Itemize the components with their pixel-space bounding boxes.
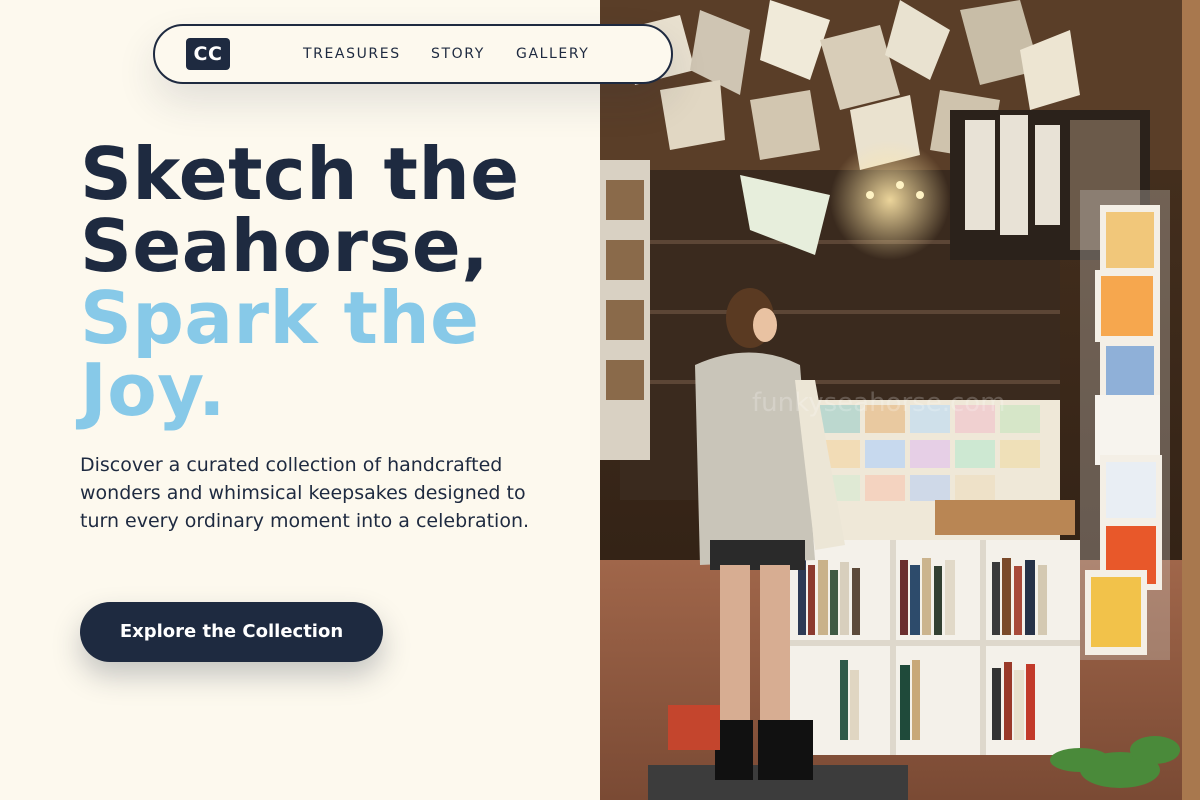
nav-link-gallery[interactable]: GALLERY	[516, 45, 589, 63]
hero-description: Discover a curated collection of handcra…	[80, 454, 530, 532]
headline-line-3: Spark the	[80, 276, 480, 360]
headline-line-4: Joy.	[80, 348, 226, 432]
brand-logo[interactable]: CC	[186, 38, 230, 70]
hero-section: CC TREASURES STORY GALLERY Sketch the Se…	[0, 0, 673, 800]
landing-page: CC TREASURES STORY GALLERY Sketch the Se…	[0, 0, 1200, 800]
headline-line-2: Seahorse,	[80, 204, 490, 288]
explore-collection-button[interactable]: Explore the Collection	[80, 602, 383, 662]
top-navbar: CC TREASURES STORY GALLERY	[153, 24, 673, 84]
hero-photo: funkyseahorse.com	[600, 0, 1200, 800]
image-watermark: funkyseahorse.com	[752, 388, 1006, 418]
hero-headline: Sketch the Seahorse, Spark the Joy.	[80, 138, 600, 426]
nav-link-story[interactable]: STORY	[431, 45, 485, 63]
headline-line-1: Sketch the	[80, 132, 520, 216]
nav-link-treasures[interactable]: TREASURES	[303, 45, 401, 63]
